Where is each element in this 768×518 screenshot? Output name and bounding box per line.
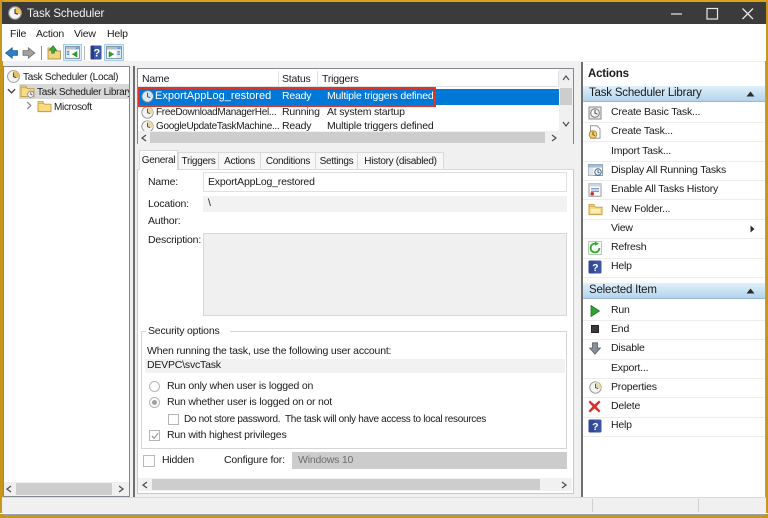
svg-text:?: ? (592, 421, 598, 433)
svg-text:?: ? (592, 262, 598, 274)
svg-text:?: ? (94, 48, 101, 60)
